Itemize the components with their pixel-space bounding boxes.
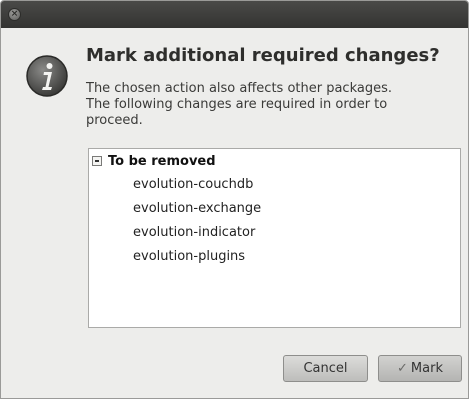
dialog-heading: Mark additional required changes? <box>86 45 440 66</box>
changes-tree[interactable]: To be removed evolution-couchdb evolutio… <box>88 148 461 328</box>
package-item[interactable]: evolution-indicator <box>133 225 255 240</box>
package-item[interactable]: evolution-couchdb <box>133 177 253 192</box>
dialog-message: The chosen action also affects other pac… <box>86 81 426 129</box>
collapse-minus-icon[interactable] <box>92 156 102 166</box>
dialog-window: × Mark additional required changes? The … <box>0 0 469 399</box>
package-item[interactable]: evolution-exchange <box>133 201 261 216</box>
mark-button[interactable]: ✓ Mark <box>378 355 462 382</box>
tree-group-row[interactable]: To be removed <box>92 152 216 170</box>
info-icon <box>26 55 68 97</box>
message-line: The following changes are required in or… <box>86 97 388 112</box>
group-label: To be removed <box>108 153 216 169</box>
cancel-label: Cancel <box>303 361 348 376</box>
checkmark-icon: ✓ <box>397 361 408 376</box>
mark-label: Mark <box>410 361 443 376</box>
message-line: The chosen action also affects other pac… <box>86 81 393 96</box>
close-icon[interactable]: × <box>8 8 21 21</box>
package-item[interactable]: evolution-plugins <box>133 249 245 264</box>
cancel-button[interactable]: Cancel <box>283 355 368 382</box>
message-line: proceed. <box>86 113 143 128</box>
titlebar: × <box>1 1 468 28</box>
